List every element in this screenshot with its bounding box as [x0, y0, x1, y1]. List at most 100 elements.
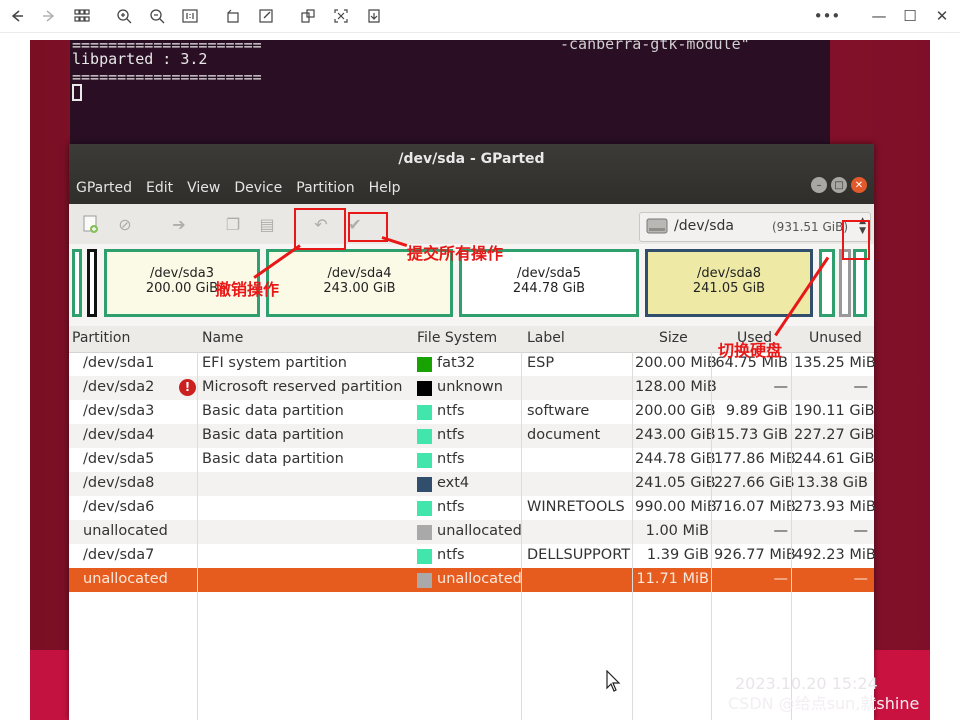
scan-icon[interactable] [330, 5, 352, 27]
table-row[interactable]: /dev/sda6 ntfs WINRETOOLS 990.00 MiB 716.07 … [69, 496, 876, 520]
column-name[interactable]: Name [202, 330, 243, 346]
zoom-in-icon[interactable] [113, 5, 135, 27]
table-row[interactable]: unallocated unallocated 1.00 MiB — — [69, 520, 874, 544]
delete-partition-icon[interactable]: ⊘ [113, 212, 137, 236]
cell-used: 227.66 GiB [714, 475, 795, 491]
cell-partition: /dev/sda7 [83, 547, 155, 563]
menu-edit[interactable]: Edit [139, 178, 180, 202]
terminal-line: ===================== [72, 68, 262, 86]
crop-icon[interactable] [297, 5, 319, 27]
new-partition-icon[interactable] [79, 212, 103, 236]
cell-name: Basic data partition [202, 451, 344, 467]
table-row[interactable]: /dev/sda5 Basic data partition ntfs 244.78 … [69, 448, 875, 472]
terminal-bg-text: -canberra-gtk-module" [560, 40, 750, 53]
partition-table: Partition Name File System Label Size Us… [69, 326, 876, 720]
cell-filesystem: unallocated [437, 571, 522, 587]
cell-unused: 190.11 GiB [794, 403, 875, 419]
cell-used: — [773, 571, 789, 587]
cell-size: 990.00 MiB [635, 499, 717, 515]
cell-filesystem: ntfs [437, 547, 465, 563]
column-divider [791, 352, 792, 720]
window-close-icon[interactable]: ✕ [851, 177, 867, 193]
cell-name: EFI system partition [202, 355, 347, 371]
cell-used: 177.86 MiB [714, 451, 796, 467]
cell-partition: /dev/sda2 [83, 379, 155, 395]
partition-block-size: 244.78 GiB [512, 281, 586, 296]
back-arrow-icon[interactable] [6, 5, 28, 27]
menu-device[interactable]: Device [227, 178, 289, 202]
partition-block-sda1[interactable] [72, 249, 82, 317]
copy-icon[interactable]: ❐ [221, 212, 245, 236]
cell-name: Basic data partition [202, 427, 344, 443]
menu-view[interactable]: View [180, 178, 227, 202]
column-size[interactable]: Size [659, 330, 688, 346]
column-partition[interactable]: Partition [72, 330, 130, 346]
undo-annotation: 撤销操作 [215, 280, 280, 299]
window-title: /dev/sda - GParted [398, 151, 545, 167]
gparted-toolbar: ⊘ ➔ ❐ ▤ ↶ ✔ /dev/sda (931.51 GiB) ▲ ▼ [69, 204, 874, 244]
cell-size: 244.78 GiB [635, 451, 716, 467]
actual-size-icon[interactable] [179, 5, 201, 27]
cell-name: Basic data partition [202, 403, 344, 419]
more-options-icon[interactable]: ••• [814, 5, 841, 27]
maximize-icon[interactable]: ☐ [899, 5, 921, 27]
cell-used: — [773, 523, 789, 539]
watermark: CSDN @给点sun,就shine [728, 694, 920, 713]
terminal-cursor [72, 84, 82, 101]
cell-used: 716.07 MiB [714, 499, 796, 515]
switch-disk-annotation: 切换硬盘 [718, 341, 783, 360]
device-selector[interactable]: /dev/sda (931.51 GiB) ▲ ▼ [639, 212, 871, 242]
paste-icon[interactable]: ▤ [255, 212, 279, 236]
forward-arrow-icon[interactable] [38, 5, 60, 27]
edit-icon[interactable] [255, 5, 277, 27]
cell-unused: 244.61 GiB [794, 451, 875, 467]
filesystem-color-swatch [417, 573, 432, 588]
partition-block-name: /dev/sda8 [697, 266, 761, 281]
photo: ===================== libparted : 3.2 ==… [30, 40, 930, 720]
cell-partition: unallocated [83, 571, 168, 587]
cell-unused: 227.27 GiB [794, 427, 875, 443]
cell-unused: — [853, 571, 869, 587]
cell-used: — [773, 379, 789, 395]
filesystem-color-swatch [417, 381, 432, 396]
filesystem-color-swatch [417, 549, 432, 564]
cell-unused: 492.23 MiB [794, 547, 876, 563]
cell-filesystem: ntfs [437, 427, 465, 443]
column-label[interactable]: Label [527, 330, 565, 346]
menu-gparted[interactable]: GParted [69, 178, 139, 202]
device-name: /dev/sda [674, 218, 734, 234]
cell-used: 9.89 GiB [725, 403, 788, 419]
partition-block-name: /dev/sda4 [327, 266, 392, 281]
filesystem-color-swatch [417, 405, 432, 420]
table-row[interactable]: /dev/sda7 ntfs DELLSUPPORT 1.39 GiB 926.77 M… [69, 544, 876, 568]
window-maximize-icon[interactable]: □ [831, 177, 847, 193]
column-unused[interactable]: Unused [809, 330, 862, 346]
table-row[interactable]: unallocated unallocated 11.71 MiB — — [69, 568, 874, 592]
cell-partition: /dev/sda6 [83, 499, 155, 515]
cell-filesystem: ntfs [437, 499, 465, 515]
cell-partition: /dev/sda5 [83, 451, 155, 467]
table-row[interactable]: /dev/sda4 Basic data partition ntfs documen… [69, 424, 875, 448]
zoom-out-icon[interactable] [146, 5, 168, 27]
cell-used: 15.73 GiB [716, 427, 788, 443]
download-icon[interactable] [363, 5, 385, 27]
cell-size: 243.00 GiB [635, 427, 716, 443]
menu-help[interactable]: Help [362, 178, 408, 202]
grid-view-icon[interactable] [71, 5, 93, 27]
cell-label: ESP [527, 355, 555, 371]
table-row[interactable]: /dev/sda2 Microsoft reserved partition unk… [69, 376, 874, 400]
column-filesystem[interactable]: File System [417, 330, 497, 346]
cell-partition: /dev/sda3 [83, 403, 155, 419]
table-row[interactable]: /dev/sda8 ext4 241.05 GiB 227.66 GiB 13.38 G… [69, 472, 874, 496]
apply-annotation: 提交所有操作 [407, 244, 504, 263]
menu-partition[interactable]: Partition [289, 178, 361, 202]
rotate-icon[interactable] [222, 5, 244, 27]
partition-block-sda8[interactable]: /dev/sda8 241.05 GiB [645, 249, 813, 317]
partition-block-sda2[interactable] [87, 249, 97, 317]
close-icon[interactable]: ✕ [931, 5, 953, 27]
table-row[interactable]: /dev/sda3 Basic data partition ntfs softwar… [69, 400, 875, 424]
window-minimize-icon[interactable]: – [811, 177, 827, 193]
cell-unused: — [853, 523, 869, 539]
resize-move-icon[interactable]: ➔ [167, 212, 191, 236]
minimize-icon[interactable]: — [868, 5, 890, 27]
